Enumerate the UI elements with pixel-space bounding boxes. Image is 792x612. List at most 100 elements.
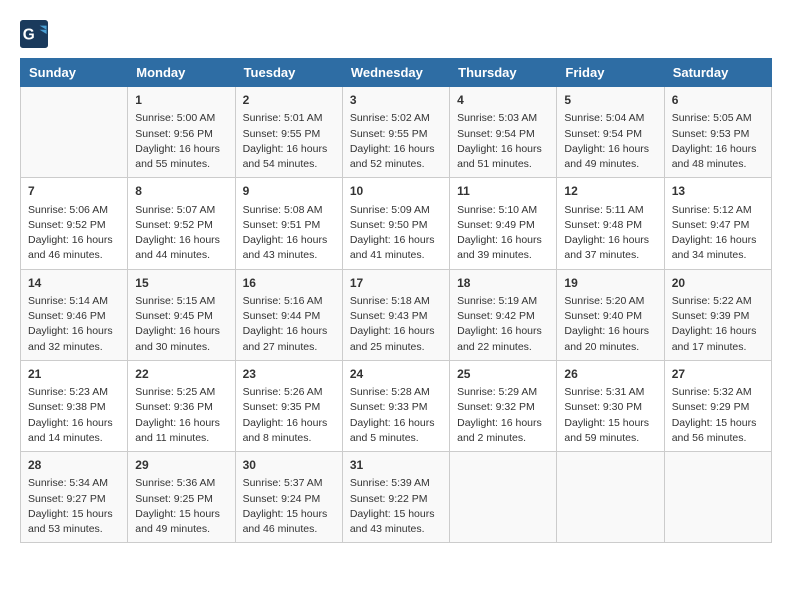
day-info: Sunrise: 5:08 AM Sunset: 9:51 PM Dayligh… xyxy=(243,203,335,264)
day-number: 10 xyxy=(350,183,442,200)
day-number: 23 xyxy=(243,366,335,383)
day-number: 24 xyxy=(350,366,442,383)
day-number: 5 xyxy=(564,92,656,109)
calendar-cell xyxy=(21,87,128,178)
day-number: 13 xyxy=(672,183,764,200)
day-number: 30 xyxy=(243,457,335,474)
column-header-thursday: Thursday xyxy=(450,59,557,87)
day-number: 31 xyxy=(350,457,442,474)
column-header-saturday: Saturday xyxy=(664,59,771,87)
day-info: Sunrise: 5:11 AM Sunset: 9:48 PM Dayligh… xyxy=(564,203,656,264)
calendar-cell: 16Sunrise: 5:16 AM Sunset: 9:44 PM Dayli… xyxy=(235,269,342,360)
day-number: 22 xyxy=(135,366,227,383)
column-header-sunday: Sunday xyxy=(21,59,128,87)
calendar-cell: 27Sunrise: 5:32 AM Sunset: 9:29 PM Dayli… xyxy=(664,360,771,451)
day-info: Sunrise: 5:23 AM Sunset: 9:38 PM Dayligh… xyxy=(28,385,120,446)
calendar-week-row: 1 Sunrise: 5:00 AM Sunset: 9:56 PM Daylig… xyxy=(21,87,772,178)
calendar-cell: 2 Sunrise: 5:01 AM Sunset: 9:55 PM Daylig… xyxy=(235,87,342,178)
column-header-wednesday: Wednesday xyxy=(342,59,449,87)
calendar-cell: 4Sunrise: 5:03 AM Sunset: 9:54 PM Daylig… xyxy=(450,87,557,178)
calendar-cell: 29 Sunrise: 5:36 AM Sunset: 9:25 PM Dayli… xyxy=(128,452,235,543)
day-number: 15 xyxy=(135,275,227,292)
calendar-cell: 14 Sunrise: 5:14 AM Sunset: 9:46 PM Dayli… xyxy=(21,269,128,360)
day-number: 29 xyxy=(135,457,227,474)
day-info: Sunrise: 5:01 AM Sunset: 9:55 PM Dayligh… xyxy=(243,111,335,172)
day-info: Sunrise: 5:05 AM Sunset: 9:53 PM Dayligh… xyxy=(672,111,764,172)
day-number: 11 xyxy=(457,183,549,200)
day-info: Sunrise: 5:22 AM Sunset: 9:39 PM Dayligh… xyxy=(672,294,764,355)
day-number: 6 xyxy=(672,92,764,109)
day-number: 17 xyxy=(350,275,442,292)
day-number: 25 xyxy=(457,366,549,383)
calendar-cell: 11 Sunrise: 5:10 AM Sunset: 9:49 PM Dayli… xyxy=(450,178,557,269)
day-number: 1 xyxy=(135,92,227,109)
day-info: Sunrise: 5:39 AM Sunset: 9:22 PM Dayligh… xyxy=(350,476,442,537)
calendar-cell: 9 Sunrise: 5:08 AM Sunset: 9:51 PM Daylig… xyxy=(235,178,342,269)
day-number: 19 xyxy=(564,275,656,292)
calendar-cell: 18 Sunrise: 5:19 AM Sunset: 9:42 PM Dayli… xyxy=(450,269,557,360)
column-header-monday: Monday xyxy=(128,59,235,87)
calendar-cell xyxy=(450,452,557,543)
day-number: 9 xyxy=(243,183,335,200)
day-number: 8 xyxy=(135,183,227,200)
day-info: Sunrise: 5:10 AM Sunset: 9:49 PM Dayligh… xyxy=(457,203,549,264)
day-info: Sunrise: 5:04 AM Sunset: 9:54 PM Dayligh… xyxy=(564,111,656,172)
calendar-cell: 8 Sunrise: 5:07 AM Sunset: 9:52 PM Daylig… xyxy=(128,178,235,269)
day-info: Sunrise: 5:34 AM Sunset: 9:27 PM Dayligh… xyxy=(28,476,120,537)
column-header-tuesday: Tuesday xyxy=(235,59,342,87)
page-header: G xyxy=(20,20,772,48)
day-info: Sunrise: 5:09 AM Sunset: 9:50 PM Dayligh… xyxy=(350,203,442,264)
svg-text:G: G xyxy=(23,27,35,44)
calendar-cell: 26 Sunrise: 5:31 AM Sunset: 9:30 PM Dayli… xyxy=(557,360,664,451)
day-info: Sunrise: 5:14 AM Sunset: 9:46 PM Dayligh… xyxy=(28,294,120,355)
day-number: 14 xyxy=(28,275,120,292)
day-info: Sunrise: 5:19 AM Sunset: 9:42 PM Dayligh… xyxy=(457,294,549,355)
calendar-cell: 7 Sunrise: 5:06 AM Sunset: 9:52 PM Daylig… xyxy=(21,178,128,269)
day-number: 26 xyxy=(564,366,656,383)
day-info: Sunrise: 5:06 AM Sunset: 9:52 PM Dayligh… xyxy=(28,203,120,264)
logo: G xyxy=(20,20,52,48)
day-info: Sunrise: 5:20 AM Sunset: 9:40 PM Dayligh… xyxy=(564,294,656,355)
day-number: 18 xyxy=(457,275,549,292)
calendar-week-row: 21 Sunrise: 5:23 AM Sunset: 9:38 PM Dayli… xyxy=(21,360,772,451)
day-info: Sunrise: 5:02 AM Sunset: 9:55 PM Dayligh… xyxy=(350,111,442,172)
calendar-week-row: 28Sunrise: 5:34 AM Sunset: 9:27 PM Dayli… xyxy=(21,452,772,543)
calendar-week-row: 7 Sunrise: 5:06 AM Sunset: 9:52 PM Daylig… xyxy=(21,178,772,269)
day-number: 4 xyxy=(457,92,549,109)
calendar-table: SundayMondayTuesdayWednesdayThursdayFrid… xyxy=(20,58,772,543)
calendar-cell: 24 Sunrise: 5:28 AM Sunset: 9:33 PM Dayli… xyxy=(342,360,449,451)
day-info: Sunrise: 5:15 AM Sunset: 9:45 PM Dayligh… xyxy=(135,294,227,355)
day-number: 21 xyxy=(28,366,120,383)
calendar-cell: 31 Sunrise: 5:39 AM Sunset: 9:22 PM Dayli… xyxy=(342,452,449,543)
calendar-cell: 17 Sunrise: 5:18 AM Sunset: 9:43 PM Dayli… xyxy=(342,269,449,360)
calendar-cell: 19 Sunrise: 5:20 AM Sunset: 9:40 PM Dayli… xyxy=(557,269,664,360)
day-number: 3 xyxy=(350,92,442,109)
logo-icon: G xyxy=(20,20,48,48)
calendar-cell: 3 Sunrise: 5:02 AM Sunset: 9:55 PM Daylig… xyxy=(342,87,449,178)
calendar-cell xyxy=(557,452,664,543)
day-info: Sunrise: 5:26 AM Sunset: 9:35 PM Dayligh… xyxy=(243,385,335,446)
day-number: 16 xyxy=(243,275,335,292)
day-info: Sunrise: 5:00 AM Sunset: 9:56 PM Dayligh… xyxy=(135,111,227,172)
day-info: Sunrise: 5:12 AM Sunset: 9:47 PM Dayligh… xyxy=(672,203,764,264)
calendar-cell: 12 Sunrise: 5:11 AM Sunset: 9:48 PM Dayli… xyxy=(557,178,664,269)
column-header-friday: Friday xyxy=(557,59,664,87)
day-number: 2 xyxy=(243,92,335,109)
day-info: Sunrise: 5:07 AM Sunset: 9:52 PM Dayligh… xyxy=(135,203,227,264)
calendar-week-row: 14 Sunrise: 5:14 AM Sunset: 9:46 PM Dayli… xyxy=(21,269,772,360)
calendar-cell: 30Sunrise: 5:37 AM Sunset: 9:24 PM Dayli… xyxy=(235,452,342,543)
day-number: 7 xyxy=(28,183,120,200)
calendar-cell: 25 Sunrise: 5:29 AM Sunset: 9:32 PM Dayli… xyxy=(450,360,557,451)
day-info: Sunrise: 5:31 AM Sunset: 9:30 PM Dayligh… xyxy=(564,385,656,446)
day-info: Sunrise: 5:29 AM Sunset: 9:32 PM Dayligh… xyxy=(457,385,549,446)
day-info: Sunrise: 5:36 AM Sunset: 9:25 PM Dayligh… xyxy=(135,476,227,537)
day-number: 12 xyxy=(564,183,656,200)
calendar-cell: 10 Sunrise: 5:09 AM Sunset: 9:50 PM Dayli… xyxy=(342,178,449,269)
day-info: Sunrise: 5:18 AM Sunset: 9:43 PM Dayligh… xyxy=(350,294,442,355)
calendar-cell: 15 Sunrise: 5:15 AM Sunset: 9:45 PM Dayli… xyxy=(128,269,235,360)
calendar-cell: 6 Sunrise: 5:05 AM Sunset: 9:53 PM Daylig… xyxy=(664,87,771,178)
calendar-cell: 22Sunrise: 5:25 AM Sunset: 9:36 PM Dayli… xyxy=(128,360,235,451)
day-info: Sunrise: 5:28 AM Sunset: 9:33 PM Dayligh… xyxy=(350,385,442,446)
calendar-cell xyxy=(664,452,771,543)
calendar-cell: 21 Sunrise: 5:23 AM Sunset: 9:38 PM Dayli… xyxy=(21,360,128,451)
